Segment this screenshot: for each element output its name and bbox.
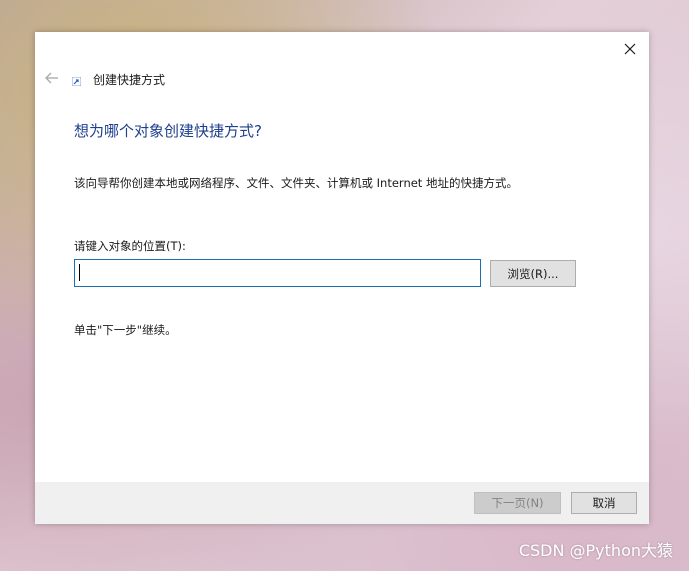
shortcut-icon (72, 77, 81, 86)
wizard-heading: 想为哪个对象创建快捷方式? (74, 122, 262, 140)
location-label: 请键入对象的位置(T): (74, 239, 186, 253)
back-arrow-icon (45, 72, 58, 84)
wizard-description: 该向导帮你创建本地或网络程序、文件、文件夹、计算机或 Internet 地址的快… (74, 176, 518, 190)
dialog-footer: 下一页(N) 取消 (35, 482, 649, 524)
close-button[interactable] (619, 38, 641, 60)
text-caret (79, 264, 80, 281)
cancel-button[interactable]: 取消 (571, 492, 637, 514)
back-button[interactable] (43, 70, 61, 86)
next-button[interactable]: 下一页(N) (474, 492, 561, 514)
continue-hint: 单击"下一步"继续。 (74, 323, 177, 337)
csdn-watermark: CSDN @Python大猿 (518, 541, 673, 560)
location-input[interactable] (74, 259, 481, 287)
dialog-title: 创建快捷方式 (93, 73, 166, 87)
browse-button[interactable]: 浏览(R)... (490, 260, 576, 287)
close-icon (624, 43, 636, 55)
create-shortcut-dialog: 创建快捷方式 想为哪个对象创建快捷方式? 该向导帮你创建本地或网络程序、文件、文… (35, 32, 649, 524)
